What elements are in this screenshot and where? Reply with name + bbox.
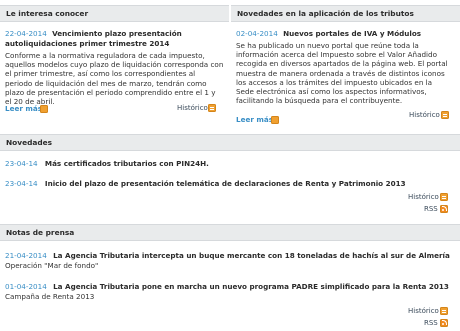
list-item: 23-04-14 Más certificados tributarios co… — [5, 159, 209, 169]
history-icon[interactable] — [440, 307, 448, 315]
item-subtitle: Operación "Mar de fondo" — [5, 261, 99, 270]
le-interesa-conocer-panel: Le interesa conocer 22-04-2014 Vencimien… — [0, 0, 229, 127]
novedades-tributos-panel: Novedades en la aplicación de los tribut… — [231, 0, 460, 127]
item-date: 01-04-2014 — [5, 282, 47, 291]
historico-link[interactable]: Histórico — [409, 111, 440, 119]
historico-link[interactable]: Histórico — [408, 193, 439, 201]
item-title-link[interactable]: Inicio del plazo de presentación telemát… — [45, 179, 406, 188]
item-description: Se ha publicado un nuevo portal que reún… — [236, 41, 448, 106]
item-title-link[interactable]: La Agencia Tributaria intercepta un buqu… — [53, 251, 450, 260]
list-item: 01-04-2014 La Agencia Tributaria pone en… — [5, 282, 449, 292]
arrow-icon[interactable] — [271, 116, 279, 124]
item-date: 23-04-14 — [5, 159, 38, 168]
item-date: 02-04-2014 — [236, 29, 278, 38]
item-date: 23-04-14 — [5, 179, 38, 188]
rss-icon[interactable] — [440, 205, 448, 213]
list-item: 21-04-2014 La Agencia Tributaria interce… — [5, 251, 450, 261]
history-icon[interactable] — [208, 104, 216, 112]
panel-heading: Notas de prensa — [0, 224, 460, 241]
item-date: 22-04-2014 — [5, 29, 47, 38]
panel-heading: Le interesa conocer — [0, 5, 229, 22]
item-description: Conforme a la normativa reguladora de ca… — [5, 51, 224, 107]
item-title-link[interactable]: Nuevos portales de IVA y Módulos — [283, 29, 421, 38]
arrow-icon[interactable] — [40, 105, 48, 113]
list-item: 23-04-14 Inicio del plazo de presentació… — [5, 179, 406, 189]
news-item-header: 02-04-2014 Nuevos portales de IVA y Módu… — [236, 29, 448, 39]
item-date: 21-04-2014 — [5, 251, 47, 260]
leer-mas-link[interactable]: Leer más — [5, 104, 42, 113]
novedades-panel: Novedades 23-04-14 Más certificados trib… — [0, 130, 460, 218]
history-icon[interactable] — [440, 193, 448, 201]
item-title-link[interactable]: La Agencia Tributaria pone en marcha un … — [53, 282, 449, 291]
item-subtitle: Campaña de Renta 2013 — [5, 292, 95, 301]
rss-link[interactable]: RSS — [424, 319, 438, 327]
historico-link[interactable]: Histórico — [177, 104, 208, 112]
panel-heading: Novedades en la aplicación de los tribut… — [231, 5, 460, 22]
panel-heading: Novedades — [0, 134, 460, 151]
history-icon[interactable] — [441, 111, 449, 119]
rss-link[interactable]: RSS — [424, 205, 438, 213]
item-title-link[interactable]: Más certificados tributarios con PIN24H. — [45, 159, 209, 168]
news-item: 22-04-2014 Vencimiento plazo presentació… — [5, 29, 224, 106]
notas-de-prensa-panel: Notas de prensa 21-04-2014 La Agencia Tr… — [0, 221, 460, 331]
news-item-header: 22-04-2014 Vencimiento plazo presentació… — [5, 29, 224, 49]
rss-icon[interactable] — [440, 319, 448, 327]
news-item: 02-04-2014 Nuevos portales de IVA y Módu… — [236, 29, 448, 105]
leer-mas-link[interactable]: Leer más — [236, 115, 273, 124]
historico-link[interactable]: Histórico — [408, 307, 439, 315]
